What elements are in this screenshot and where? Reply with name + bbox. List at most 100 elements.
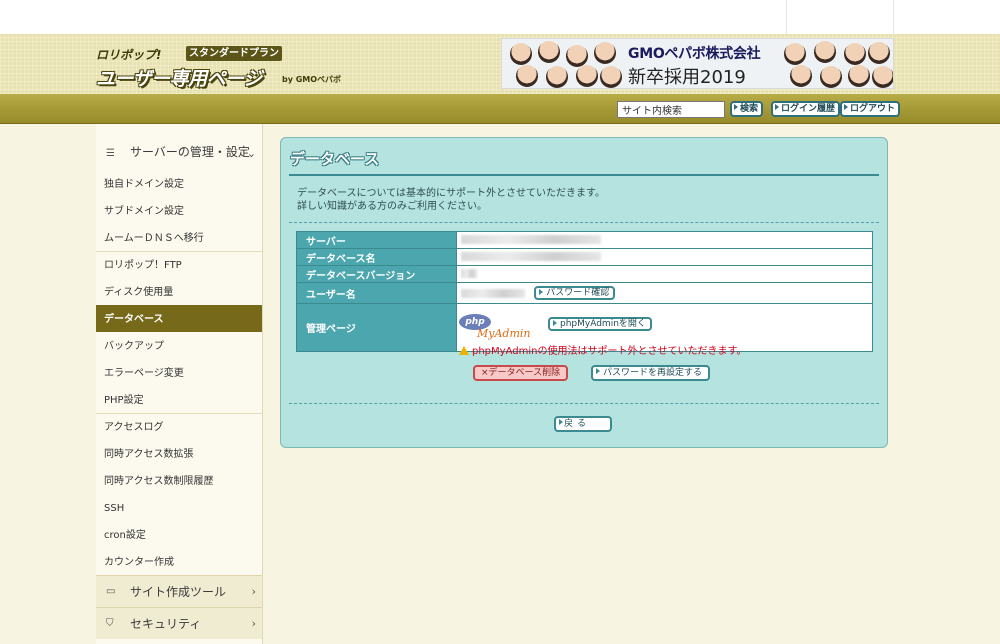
divider xyxy=(786,0,787,34)
triangle-right-icon xyxy=(559,419,563,425)
back-button[interactable]: 戻る xyxy=(554,416,612,432)
warning-icon xyxy=(459,346,469,355)
lolipop-logo[interactable]: ロリポップ! スタンダードプラン ユーザー専用ページ by GMOペパボ xyxy=(96,44,356,90)
banner-subtitle: 新卒採用2019 xyxy=(628,67,746,88)
redacted-value xyxy=(461,252,601,261)
plan-badge: スタンダードプラン xyxy=(186,46,282,61)
delete-database-button[interactable]: ×データベース削除 xyxy=(473,365,569,381)
sidebar-item-database[interactable]: データベース xyxy=(96,305,262,332)
sidebar-item-access-limit-history[interactable]: 同時アクセス数制限履歴 xyxy=(96,467,262,494)
sidebar-item-backup[interactable]: バックアップ xyxy=(96,332,262,359)
recruit-banner[interactable]: GMOペパボ株式会社 新卒採用2019 xyxy=(501,38,894,89)
value-db-name xyxy=(456,248,873,266)
label-user: ユーザー名 xyxy=(296,282,457,304)
title-underline xyxy=(289,174,879,176)
person-photo xyxy=(844,43,866,65)
sidebar-item-subdomain[interactable]: サブドメイン設定 xyxy=(96,197,262,224)
person-photo xyxy=(872,66,893,88)
sidebar-item-error-page[interactable]: エラーページ変更 xyxy=(96,359,262,386)
triangle-right-icon xyxy=(539,289,544,295)
value-db-version xyxy=(456,265,873,283)
site-search-input[interactable] xyxy=(617,101,725,118)
back-label: 戻る xyxy=(564,419,591,429)
database-panel: データベース データベースについては基本的にサポート外とさせていただきます。 詳… xyxy=(280,137,888,448)
sidebar-item-muumuu-dns[interactable]: ムームーＤＮＳへ移行 xyxy=(96,224,262,251)
logo-title: ユーザー専用ページ xyxy=(96,68,262,90)
sidebar-group-label: サイト作成ツール xyxy=(130,585,227,599)
chevron-right-icon: › xyxy=(251,617,256,630)
divider xyxy=(893,0,894,34)
sidebar-item-cron[interactable]: cron設定 xyxy=(96,521,262,548)
sidebar-group-security[interactable]: ⛉ セキュリティ › xyxy=(96,607,262,639)
logo-brand: ロリポップ! xyxy=(96,48,162,62)
value-server xyxy=(456,231,873,249)
reset-password-button[interactable]: パスワードを再設定する xyxy=(591,365,711,381)
banner-company: GMOペパボ株式会社 xyxy=(628,46,761,62)
sidebar-group-server[interactable]: ☰ サーバーの管理・設定 ⌄ xyxy=(96,124,262,170)
redacted-value xyxy=(461,269,477,278)
intro-line: データベースについては基本的にサポート外とさせていただきます。 xyxy=(297,188,605,199)
myadmin-logo-text: MyAdmin xyxy=(477,327,531,340)
label-server: サーバー xyxy=(296,231,457,249)
logout-button[interactable]: ログアウト xyxy=(840,101,901,117)
database-info-table: サーバー データベース名 データベースバージョン ユーザー名 パスワード確認 管… xyxy=(296,231,873,352)
browser-top-strip xyxy=(0,0,1000,34)
person-photo xyxy=(790,65,812,87)
person-photo xyxy=(546,66,568,88)
person-photo xyxy=(848,65,870,87)
laptop-icon: ▭ xyxy=(106,585,116,597)
sidebar-item-custom-domain[interactable]: 独自ドメイン設定 xyxy=(96,170,262,197)
open-phpmyadmin-label: phpMyAdminを開く xyxy=(560,319,646,329)
phpmyadmin-warning-text: phpMyAdminの使用法はサポート外とさせていただきます。 xyxy=(472,346,747,357)
sidebar-item-ssh[interactable]: SSH xyxy=(96,494,262,521)
site-header: ロリポップ! スタンダードプラン ユーザー専用ページ by GMOペパボ GMO… xyxy=(0,34,1000,94)
password-check-button[interactable]: パスワード確認 xyxy=(534,286,616,300)
top-navbar: 検索 ログイン履歴 ログアウト xyxy=(0,94,1000,124)
server-icon: ☰ xyxy=(106,148,115,159)
person-photo xyxy=(576,65,598,87)
redacted-value xyxy=(461,235,601,244)
chevron-right-icon: › xyxy=(251,585,256,598)
divider xyxy=(289,403,879,404)
table-row: サーバー xyxy=(296,231,873,249)
search-button[interactable]: 検索 xyxy=(730,101,764,117)
phpmyadmin-warning: phpMyAdminの使用法はサポート外とさせていただきます。 xyxy=(459,342,746,357)
reset-password-label: パスワードを再設定する xyxy=(603,368,703,378)
person-photo xyxy=(510,43,532,65)
person-photo xyxy=(594,42,616,64)
divider xyxy=(289,222,879,223)
triangle-right-icon xyxy=(596,368,600,374)
sidebar-group-label: サーバーの管理・設定 xyxy=(130,145,250,159)
password-check-label: パスワード確認 xyxy=(546,288,610,298)
person-photo xyxy=(538,41,560,63)
label-db-name: データベース名 xyxy=(296,248,457,266)
person-photo xyxy=(820,66,842,88)
search-button-label: 検索 xyxy=(740,104,759,114)
intro-text: データベースについては基本的にサポート外とさせていただきます。 詳しい知識がある… xyxy=(297,187,605,213)
person-photo xyxy=(600,66,622,88)
sidebar-group-site-tools[interactable]: ▭ サイト作成ツール › xyxy=(96,575,262,607)
sidebar-item-ftp[interactable]: ロリポップ！FTP xyxy=(96,251,262,278)
label-db-version: データベースバージョン xyxy=(296,265,457,283)
chevron-down-icon: ⌄ xyxy=(246,147,256,160)
page-title: データベース xyxy=(290,150,380,168)
redacted-value xyxy=(461,288,525,298)
sidebar-item-php-settings[interactable]: PHP設定 xyxy=(96,386,262,413)
triangle-right-icon xyxy=(734,104,738,110)
table-row: データベース名 xyxy=(296,248,873,266)
sidebar-group-label: セキュリティ xyxy=(130,617,202,631)
person-photo xyxy=(566,45,588,67)
sidebar-item-concurrent-access[interactable]: 同時アクセス数拡張 xyxy=(96,440,262,467)
person-photo xyxy=(868,42,890,64)
sidebar: ☰ サーバーの管理・設定 ⌄ 独自ドメイン設定 サブドメイン設定 ムームーＤＮＳ… xyxy=(96,124,263,644)
sidebar-item-disk-usage[interactable]: ディスク使用量 xyxy=(96,278,262,305)
login-history-button[interactable]: ログイン履歴 xyxy=(771,101,841,117)
triangle-right-icon xyxy=(553,320,557,326)
sidebar-item-access-log[interactable]: アクセスログ xyxy=(96,413,262,440)
table-row: ユーザー名 パスワード確認 xyxy=(296,282,873,304)
sidebar-item-counter[interactable]: カウンター作成 xyxy=(96,548,262,575)
open-phpmyadmin-button[interactable]: phpMyAdminを開く xyxy=(548,317,652,331)
intro-line: 詳しい知識がある方のみご利用ください。 xyxy=(297,201,487,212)
person-photo xyxy=(814,41,836,63)
value-user: パスワード確認 xyxy=(456,282,873,304)
